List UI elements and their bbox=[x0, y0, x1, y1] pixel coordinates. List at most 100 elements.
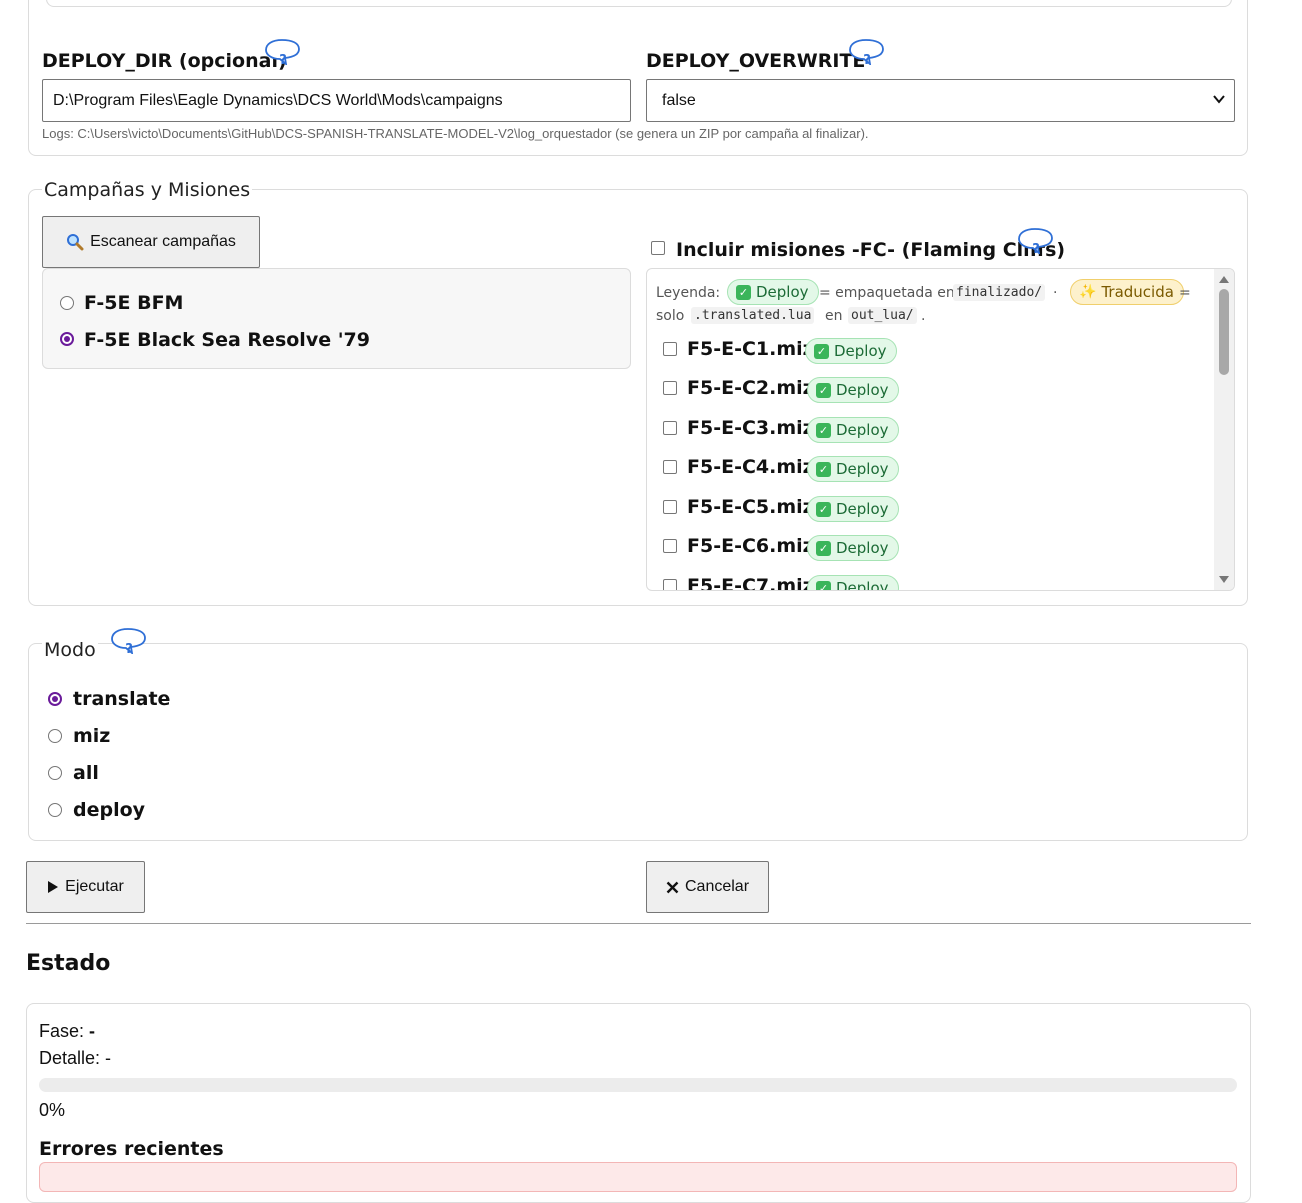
phase-line: Fase: - bbox=[39, 1021, 95, 1042]
mission-checkbox[interactable] bbox=[663, 460, 677, 474]
mode-radio-translate[interactable] bbox=[48, 692, 62, 706]
mission-checkbox[interactable] bbox=[663, 381, 677, 395]
run-button[interactable]: Ejecutar bbox=[26, 861, 145, 913]
campaign-radio[interactable] bbox=[60, 332, 74, 346]
progress-text: 0% bbox=[39, 1100, 66, 1120]
help-icon[interactable]: ? bbox=[848, 38, 885, 65]
mode-label: translate bbox=[73, 688, 171, 710]
legend-deploy-desc: = empaquetada en bbox=[819, 285, 955, 301]
cancel-button[interactable]: Cancelar bbox=[646, 861, 769, 913]
status-title: Estado bbox=[26, 951, 111, 976]
check-icon: ✓ bbox=[816, 382, 831, 398]
mode-radio-deploy[interactable] bbox=[48, 803, 62, 817]
svg-text:?: ? bbox=[863, 53, 871, 65]
detail-value: - bbox=[105, 1048, 112, 1068]
help-icon[interactable]: ? bbox=[110, 627, 147, 654]
check-icon: ✓ bbox=[816, 501, 831, 517]
campaign-list bbox=[42, 268, 631, 369]
check-icon: ✓ bbox=[736, 284, 751, 300]
deploy-badge: ✓ Deploy bbox=[807, 496, 899, 522]
badge-label: Deploy bbox=[836, 500, 889, 518]
mission-label: F5-E-C3.miz bbox=[687, 417, 814, 439]
mission-label: F5-E-C7.miz bbox=[687, 575, 814, 591]
deploy-badge: ✓ Deploy bbox=[805, 338, 897, 364]
badge-label: Deploy bbox=[834, 342, 887, 360]
mission-label: F5-E-C6.miz bbox=[687, 535, 814, 557]
include-fc-checkbox[interactable] bbox=[651, 241, 665, 255]
close-icon bbox=[666, 881, 679, 893]
phase-value: - bbox=[89, 1021, 96, 1041]
help-icon[interactable]: ? bbox=[264, 38, 301, 65]
svg-text:?: ? bbox=[279, 53, 287, 65]
deploy-badge: ✓ Deploy bbox=[807, 377, 899, 403]
legend-translated-file: .translated.lua bbox=[691, 307, 815, 324]
mission-label: F5-E-C1.miz bbox=[687, 338, 814, 360]
errors-title: Errores recientes bbox=[39, 1138, 224, 1160]
legend-translated-in: en bbox=[825, 308, 843, 324]
campaigns-legend: Campañas y Misiones bbox=[42, 179, 253, 201]
mission-checkbox[interactable] bbox=[663, 421, 677, 435]
detail-line: Detalle: - bbox=[39, 1048, 111, 1069]
scroll-up-icon[interactable] bbox=[1218, 274, 1230, 284]
badge-label: Deploy bbox=[756, 283, 809, 301]
campaign-radio[interactable] bbox=[60, 296, 74, 310]
deploy-badge: ✓ Deploy bbox=[727, 279, 819, 305]
legend-translated-solo: solo bbox=[656, 308, 685, 324]
deploy-badge: ✓ Deploy bbox=[807, 575, 899, 591]
scan-campaigns-button[interactable]: Escanear campañas bbox=[42, 216, 260, 268]
legend-translated-dir: out_lua/ bbox=[848, 307, 917, 324]
check-icon: ✓ bbox=[816, 540, 831, 556]
include-fc-label: Incluir misiones -FC- (Flaming Cliffs) bbox=[676, 239, 1066, 261]
mission-checkbox[interactable] bbox=[663, 500, 677, 514]
mode-panel bbox=[28, 643, 1248, 841]
mode-label: deploy bbox=[73, 799, 146, 821]
svg-text:?: ? bbox=[1032, 242, 1040, 254]
mission-checkbox[interactable] bbox=[663, 539, 677, 553]
scrollbar[interactable] bbox=[1214, 269, 1234, 590]
help-icon[interactable]: ? bbox=[1017, 227, 1054, 254]
chevron-down-icon bbox=[1213, 95, 1225, 104]
campaign-label: F-5E Black Sea Resolve '79 bbox=[84, 329, 370, 351]
mode-radio-miz[interactable] bbox=[48, 729, 62, 743]
badge-label: Deploy bbox=[836, 539, 889, 557]
check-icon: ✓ bbox=[814, 343, 829, 359]
divider bbox=[26, 923, 1251, 924]
translated-badge: ✨ Traducida bbox=[1070, 279, 1184, 305]
deploy-overwrite-select[interactable]: false bbox=[646, 79, 1235, 122]
scroll-down-icon[interactable] bbox=[1218, 575, 1230, 585]
top-field-remnant bbox=[46, 0, 1232, 7]
svg-text:?: ? bbox=[125, 642, 133, 654]
badge-label: Deploy bbox=[836, 421, 889, 439]
progress-bar bbox=[39, 1078, 1237, 1092]
legend-end: . bbox=[921, 308, 926, 324]
campaign-label: F-5E BFM bbox=[84, 292, 184, 314]
deploy-overwrite-value: false bbox=[662, 91, 696, 109]
deploy-overwrite-label: DEPLOY_OVERWRITE bbox=[646, 50, 866, 72]
legend-sep: · bbox=[1053, 285, 1058, 301]
logs-hint: Logs: C:\Users\victo\Documents\GitHub\DC… bbox=[42, 126, 869, 141]
mission-label: F5-E-C4.miz bbox=[687, 456, 814, 478]
mission-label: F5-E-C5.miz bbox=[687, 496, 814, 518]
badge-label: Deploy bbox=[836, 579, 889, 591]
deploy-badge: ✓ Deploy bbox=[807, 417, 899, 443]
phase-label: Fase: bbox=[39, 1021, 85, 1041]
badge-label: Deploy bbox=[836, 381, 889, 399]
deploy-dir-input[interactable] bbox=[42, 79, 631, 122]
check-icon: ✓ bbox=[816, 422, 831, 438]
deploy-badge: ✓ Deploy bbox=[807, 456, 899, 482]
mission-checkbox[interactable] bbox=[663, 579, 677, 590]
mode-radio-all[interactable] bbox=[48, 766, 62, 780]
mission-list[interactable]: Leyenda: ✓ Deploy = empaquetada en final… bbox=[646, 268, 1235, 591]
deploy-badge: ✓ Deploy bbox=[807, 535, 899, 561]
detail-label: Detalle: bbox=[39, 1048, 101, 1068]
badge-label: Traducida bbox=[1101, 283, 1174, 301]
scroll-thumb[interactable] bbox=[1219, 289, 1229, 375]
sparkle-icon: ✨ bbox=[1079, 284, 1097, 300]
legend-translated-eq: = bbox=[1179, 285, 1191, 301]
mode-legend: Modo bbox=[42, 639, 98, 661]
errors-box bbox=[39, 1162, 1237, 1192]
badge-label: Deploy bbox=[836, 460, 889, 478]
mission-checkbox[interactable] bbox=[663, 342, 677, 356]
play-icon bbox=[48, 881, 59, 893]
mode-label: miz bbox=[73, 725, 111, 747]
